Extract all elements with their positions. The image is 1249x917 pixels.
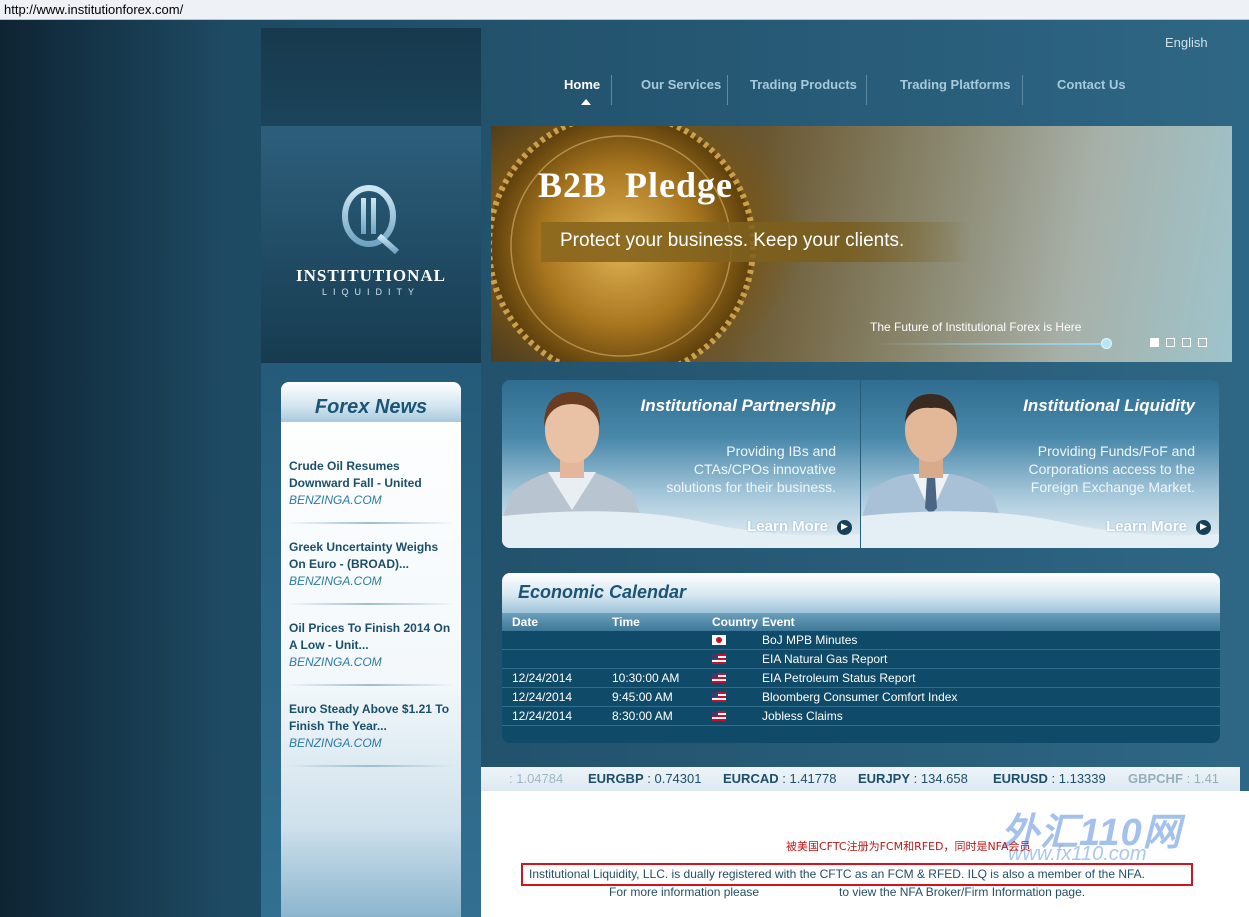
slide-dot-1[interactable] [1150, 338, 1159, 347]
active-nav-indicator [581, 99, 591, 105]
forex-news-panel: Forex News Crude Oil Resumes Downward Fa… [281, 382, 461, 917]
economic-calendar: Economic Calendar Date Time Country Even… [502, 573, 1220, 743]
banner-footer-text: The Future of Institutional Forex is Her… [870, 320, 1082, 334]
site-page: INSTITUTIONAL LIQUIDITY Forex News Crude… [0, 20, 1249, 917]
learn-more-link[interactable]: Learn More [1106, 518, 1187, 535]
businessman-photo [861, 394, 1001, 520]
panel-description: Providing Funds/FoF and Corporations acc… [1028, 443, 1195, 495]
usa-flag-icon [712, 692, 726, 702]
nav-contact-us[interactable]: Contact Us [1057, 77, 1126, 92]
news-source: BENZINGA.COM [289, 574, 382, 588]
col-country: Country [712, 615, 758, 629]
institutional-liquidity-panel[interactable]: Institutional Liquidity Providing Funds/… [861, 380, 1219, 548]
learn-more-link[interactable]: Learn More [747, 518, 828, 535]
news-divider [285, 684, 455, 686]
more-info-text: For more information please [609, 885, 760, 899]
language-selector[interactable]: English [1165, 35, 1208, 50]
nav-divider [1022, 75, 1023, 105]
usa-flag-icon [712, 711, 726, 721]
logo-icon [342, 185, 399, 255]
news-headline[interactable]: Oil Prices To Finish 2014 On A Low - Uni… [289, 620, 455, 654]
usa-flag-icon [712, 673, 726, 683]
footer: 外汇110网 www.fx110.com 被美国CFTC注册为FCM和RFED，… [481, 791, 1249, 917]
arrow-right-icon[interactable]: ▶ [837, 520, 852, 535]
calendar-row: 12/24/2014 10:30:00 AM EIA Petroleum Sta… [502, 669, 1220, 688]
news-item[interactable]: Crude Oil Resumes Downward Fall - United… [289, 458, 455, 509]
news-item[interactable]: Oil Prices To Finish 2014 On A Low - Uni… [289, 620, 455, 671]
banner-tagline: Protect your business. Keep your clients… [541, 222, 971, 262]
businesswoman-photo [502, 392, 642, 520]
forex-news-title: Forex News [281, 382, 461, 422]
news-headline[interactable]: Greek Uncertainty Weighs On Euro - (BROA… [289, 539, 455, 573]
hero-banner[interactable]: B2B Pledge Protect your business. Keep y… [491, 126, 1232, 362]
logo-name: INSTITUTIONAL [296, 266, 446, 285]
nav-trading-products[interactable]: Trading Products [750, 77, 857, 92]
news-source: BENZINGA.COM [289, 655, 382, 669]
ticker-item: EURCAD : 1.41778 [723, 771, 837, 786]
calendar-row: BoJ MPB Minutes [502, 631, 1220, 650]
ticker-item: EURJPY : 134.658 [858, 771, 968, 786]
slide-dot-4[interactable] [1198, 338, 1207, 347]
news-divider [285, 522, 455, 524]
logo-subtitle: LIQUIDITY [321, 287, 420, 297]
news-item[interactable]: Euro Steady Above $1.21 To Finish The Ye… [289, 701, 455, 752]
institutional-partnership-panel[interactable]: Institutional Partnership Providing IBs … [502, 380, 860, 548]
nav-divider [866, 75, 867, 105]
ticker-item: GBPCHF : 1.41 [1128, 771, 1220, 786]
left-column: INSTITUTIONAL LIQUIDITY Forex News Crude… [261, 28, 481, 917]
news-headline[interactable]: Euro Steady Above $1.21 To Finish The Ye… [289, 701, 455, 735]
nav-trading-platforms[interactable]: Trading Platforms [900, 77, 1011, 92]
nav-divider [611, 75, 612, 105]
address-bar[interactable]: http://www.institutionforex.com/ [0, 0, 1249, 20]
news-source: BENZINGA.COM [289, 736, 382, 750]
nav-divider [727, 75, 728, 105]
news-divider [285, 765, 455, 767]
banner-title: B2B Pledge [538, 165, 733, 205]
ticker-item: : 1.04784 [509, 771, 564, 786]
panel-title: Institutional Liquidity [1023, 396, 1195, 415]
col-date: Date [512, 615, 539, 629]
arrow-right-icon[interactable]: ▶ [1196, 520, 1211, 535]
nfa-info-link-text[interactable]: to view the NFA Broker/Firm Information … [839, 885, 1085, 899]
currency-ticker: : 1.04784 EURGBP : 0.74301 EURCAD : 1.41… [481, 767, 1240, 791]
calendar-row: EIA Natural Gas Report [502, 650, 1220, 669]
logo[interactable]: INSTITUTIONAL LIQUIDITY [261, 126, 481, 363]
news-headline[interactable]: Crude Oil Resumes Downward Fall - United [289, 458, 455, 492]
calendar-header-row: Date Time Country Event [502, 613, 1220, 631]
slide-dot-2[interactable] [1166, 338, 1175, 347]
panel-title: Institutional Partnership [640, 396, 836, 415]
registration-statement: Institutional Liquidity, LLC. is dually … [521, 863, 1193, 886]
calendar-row: 12/24/2014 8:30:00 AM Jobless Claims [502, 707, 1220, 726]
banner-progress-knob [1101, 338, 1112, 349]
news-source: BENZINGA.COM [289, 493, 382, 507]
calendar-title: Economic Calendar [502, 573, 1220, 613]
news-divider [285, 603, 455, 605]
news-item[interactable]: Greek Uncertainty Weighs On Euro - (BROA… [289, 539, 455, 590]
banner-progress-line [872, 343, 1106, 345]
col-event: Event [762, 615, 795, 629]
nav-our-services[interactable]: Our Services [641, 77, 721, 92]
calendar-row: 12/24/2014 9:45:00 AM Bloomberg Consumer… [502, 688, 1220, 707]
col-time: Time [612, 615, 640, 629]
slide-dot-3[interactable] [1182, 338, 1191, 347]
ticker-item: EURGBP : 0.74301 [588, 771, 702, 786]
usa-flag-icon [712, 654, 726, 664]
annotation-note: 被美国CFTC注册为FCM和RFED，同时是NFA会员 [786, 840, 1031, 853]
panel-description: Providing IBs and CTAs/CPOs innovative s… [666, 443, 836, 495]
japan-flag-icon [712, 635, 726, 645]
ticker-item: EURUSD : 1.13339 [993, 771, 1106, 786]
nav-home[interactable]: Home [564, 77, 600, 92]
